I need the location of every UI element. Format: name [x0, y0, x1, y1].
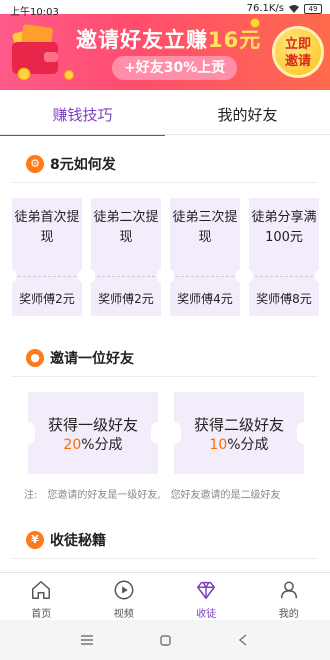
- note-part1: 您邀请的好友是一级好友,: [47, 490, 161, 501]
- banner-title: 邀请好友立赚16元: [76, 24, 261, 54]
- reward-card: 徒弟分享满100元 奖师傅8元: [245, 198, 323, 316]
- reward-card-condition: 徒弟首次提现: [14, 210, 80, 245]
- note-label: 注:: [24, 490, 38, 501]
- card-notch: [315, 270, 323, 282]
- ticket-percent: 20: [63, 437, 82, 453]
- tab-bar: 赚钱技巧 我的好友: [0, 98, 330, 136]
- card-dash: [18, 276, 76, 277]
- ticket-suffix: %分成: [227, 437, 269, 453]
- ticket-title: 获得一级好友: [47, 416, 138, 434]
- nav-mine-label: 我的: [278, 609, 299, 620]
- coin-icon: [64, 70, 74, 80]
- ticket-share: 10%分成: [174, 434, 304, 454]
- divider: [12, 182, 318, 183]
- nav-apprentice[interactable]: 收徒: [165, 573, 248, 620]
- play-icon: [114, 580, 134, 600]
- invite-banner[interactable]: 邀请好友立赚16元 +好友30%上贡 立即 邀请: [0, 14, 330, 90]
- reward-card-amount: 奖师傅4元: [177, 292, 233, 306]
- section-how-to-pay-title: 8元如何发: [50, 157, 116, 173]
- reward-card-condition: 徒弟三次提现: [172, 210, 238, 245]
- back-icon[interactable]: [233, 630, 253, 650]
- reward-card-amount: 奖师傅2元: [19, 292, 75, 306]
- nav-video-label: 视频: [113, 609, 134, 620]
- reward-card-amount: 奖师傅8元: [256, 292, 312, 306]
- reward-card-condition: 徒弟分享满100元: [251, 210, 317, 245]
- reward-card: 徒弟二次提现 奖师傅2元: [87, 198, 165, 316]
- banner-subtitle: +好友30%上贡: [112, 56, 238, 80]
- home-square-icon[interactable]: [155, 630, 175, 650]
- status-bar: 上午10:03 76.1K/s 49: [0, 0, 330, 18]
- ticket-title: 获得二级好友: [193, 416, 284, 434]
- card-dash: [176, 276, 234, 277]
- status-right: 76.1K/s 49: [247, 3, 322, 14]
- nav-apprentice-label: 收徒: [196, 609, 217, 620]
- note-part2: 您好友邀请的是二级好友: [170, 490, 281, 501]
- system-nav-bar: [0, 620, 330, 660]
- tab-earning-tips[interactable]: 赚钱技巧: [0, 98, 165, 136]
- banner-title-amount: 16元: [208, 28, 262, 52]
- cta-line1: 立即: [284, 37, 311, 52]
- person-icon: [280, 581, 297, 599]
- card-dash: [97, 276, 155, 277]
- nav-video[interactable]: 视频: [83, 573, 166, 620]
- reward-card: 徒弟三次提现 奖师傅4元: [166, 198, 244, 316]
- reward-card: 徒弟首次提现 奖师傅2元: [8, 198, 86, 316]
- menu-icon[interactable]: [77, 630, 97, 650]
- section-secrets-title: 收徒秘籍: [50, 533, 106, 549]
- card-notch: [166, 270, 174, 282]
- divider: [12, 558, 318, 559]
- battery-icon: 49: [304, 3, 322, 14]
- divider: [12, 376, 318, 377]
- card-dash: [255, 276, 313, 277]
- level2-friend-ticket: 获得二级好友 10%分成: [167, 392, 311, 474]
- card-notch: [78, 270, 86, 282]
- nav-home-label: 首页: [31, 609, 52, 620]
- reward-card-amount: 奖师傅2元: [98, 292, 154, 306]
- section-secrets: ¥ 收徒秘籍: [26, 530, 106, 550]
- card-notch: [157, 270, 165, 282]
- section-invite-friend: ● 邀请一位好友: [26, 348, 134, 368]
- cta-line2: 邀请: [284, 54, 311, 69]
- banner-title-prefix: 邀请好友立赚: [76, 28, 208, 52]
- yen-icon: ¥: [26, 531, 44, 549]
- tab-my-friends[interactable]: 我的好友: [165, 98, 330, 134]
- card-notch: [87, 270, 95, 282]
- ticket-share: 20%分成: [28, 434, 158, 454]
- person-icon: ●: [26, 349, 44, 367]
- wallet-icon: [12, 24, 58, 80]
- card-notch: [236, 270, 244, 282]
- card-notch: [8, 270, 16, 282]
- network-speed: 76.1K/s: [246, 3, 284, 14]
- diamond-icon: [197, 581, 216, 599]
- nav-mine[interactable]: 我的: [248, 573, 330, 620]
- wifi-icon: [289, 4, 299, 13]
- invite-now-button[interactable]: 立即 邀请: [272, 26, 324, 78]
- gear-icon: ⚙: [26, 155, 44, 173]
- section-how-to-pay: ⚙ 8元如何发: [26, 154, 116, 174]
- reward-card-condition: 徒弟二次提现: [93, 210, 159, 245]
- status-time: 上午10:03: [10, 7, 59, 18]
- card-notch: [245, 270, 253, 282]
- ticket-percent: 10: [209, 437, 228, 453]
- bottom-nav: 首页 视频 收徒 我的: [0, 572, 330, 620]
- tab-divider: [0, 134, 330, 135]
- level1-friend-ticket: 获得一级好友 20%分成: [21, 392, 165, 474]
- nav-home[interactable]: 首页: [0, 573, 83, 620]
- ticket-suffix: %分成: [81, 437, 123, 453]
- section-invite-friend-title: 邀请一位好友: [50, 351, 134, 367]
- friend-level-note: 注: 您邀请的好友是一级好友, 您好友邀请的是二级好友: [24, 486, 281, 501]
- home-icon: [32, 581, 51, 599]
